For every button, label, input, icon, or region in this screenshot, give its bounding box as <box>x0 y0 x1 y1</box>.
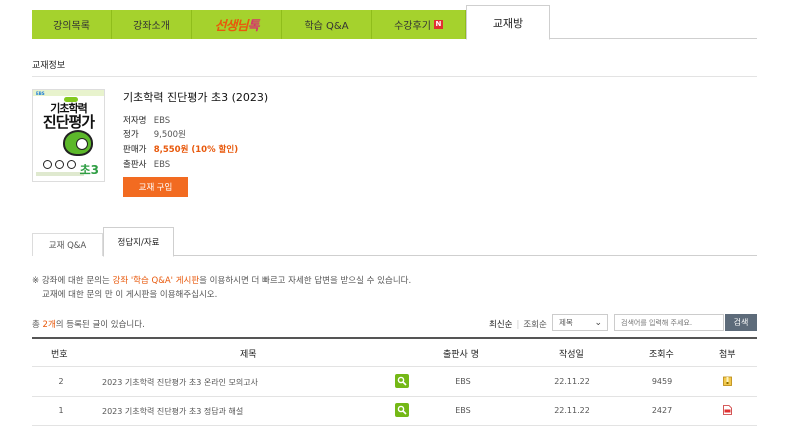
book-publisher-row: 출판사 EBS <box>123 158 170 170</box>
cover-deco <box>55 160 64 169</box>
tab-label: 선생님 <box>214 19 249 34</box>
cover-grade: 초3 <box>79 163 99 177</box>
section-title: 교재정보 <box>32 61 66 71</box>
sale-price: 8,550원 (10% 할인) <box>153 145 239 155</box>
row-divider <box>32 366 757 367</box>
table-top-border <box>32 337 757 339</box>
info-key: 출판사 <box>123 160 147 170</box>
row-divider <box>32 396 757 397</box>
row-number: 1 <box>58 406 64 415</box>
tab-textbook-room[interactable]: 교재방 <box>466 5 550 40</box>
header-attach: 첨부 <box>719 350 736 360</box>
tab-reviews[interactable]: 수강후기 N <box>372 10 466 39</box>
pdf-file-icon[interactable] <box>723 405 732 415</box>
row-title-link[interactable]: 2023 기초학력 진단평가 초3 정답과 해설 <box>102 406 243 417</box>
book-price-row: 정가 9,500원 <box>123 128 186 140</box>
sort-views-link[interactable]: 조회순 <box>523 320 546 330</box>
post-count: 총 2개의 등록된 글이 있습니다. <box>32 318 145 330</box>
sub-tab-bar: 교재 Q&A 정답지/자료 <box>32 227 757 257</box>
top-tab-bar: 강의목록 강좌소개 선생님 톡 학습 Q&A 수강후기 N 교재방 <box>32 5 757 40</box>
preview-magnifier-icon[interactable] <box>395 403 409 417</box>
book-author-row: 저자명 EBS <box>123 114 170 126</box>
header-no: 번호 <box>51 350 68 360</box>
cover-title-line2: 진단평가 <box>42 113 95 131</box>
chevron-down-icon: ⌄ <box>594 318 602 328</box>
divider <box>32 76 757 77</box>
search-field-select[interactable]: 제목 ⌄ <box>552 314 608 331</box>
count-number: 2개 <box>42 320 56 330</box>
tab-label: 교재방 <box>492 16 524 30</box>
sort-latest-link[interactable]: 최신순 <box>489 320 512 330</box>
header-views: 조회수 <box>649 350 674 360</box>
sort-options: 최신순 | 조회순 <box>489 318 547 330</box>
tab-label-accent: 톡 <box>247 19 259 34</box>
notice-line2: 교재에 대한 문의 만 이 게시판을 이용해주십시오. <box>42 290 218 300</box>
notice-text: ※ 강좌에 대한 문의는 <box>32 276 113 286</box>
info-value: EBS <box>153 160 171 170</box>
tab-label: 강좌소개 <box>133 21 170 32</box>
header-date: 작성일 <box>559 350 584 360</box>
count-text: 총 <box>32 320 43 330</box>
cover-footer-band <box>36 172 84 176</box>
count-text: 의 등록된 글이 있습니다. <box>55 320 145 330</box>
separator: | <box>516 320 520 330</box>
row-date: 22.11.22 <box>554 406 590 415</box>
info-key: 저자명 <box>123 116 147 126</box>
tab-label: 학습 Q&A <box>304 21 349 32</box>
notice-link[interactable]: 강좌 '학습 Q&A' 게시판 <box>113 276 200 286</box>
row-divider <box>32 425 757 426</box>
zip-file-icon[interactable] <box>723 376 732 386</box>
tab-answers-materials[interactable]: 정답지/자료 <box>103 227 174 257</box>
cover-deco <box>43 160 52 169</box>
notice-text: 을 이용하시면 더 빠르고 자세한 답변을 받으실 수 있습니다. <box>199 276 412 286</box>
row-views: 9459 <box>651 377 673 386</box>
tab-label: 강의목록 <box>53 21 90 32</box>
header-title: 제목 <box>240 350 257 360</box>
preview-magnifier-icon[interactable] <box>395 374 409 388</box>
notice-line1: ※ 강좌에 대한 문의는 강좌 '학습 Q&A' 게시판을 이용하시면 더 빠르… <box>32 274 411 286</box>
tab-label: 수강후기 <box>394 21 431 32</box>
tab-teacher-talk[interactable]: 선생님 톡 <box>192 10 282 39</box>
row-publisher: EBS <box>455 377 471 386</box>
search-input[interactable] <box>614 314 724 331</box>
row-publisher: EBS <box>455 406 471 415</box>
tab-study-qna[interactable]: 학습 Q&A <box>282 10 372 39</box>
header-publisher: 출판사 명 <box>443 350 479 360</box>
info-key: 정가 <box>123 130 139 140</box>
info-key: 판매가 <box>123 145 147 155</box>
row-views: 2427 <box>651 406 673 415</box>
row-title-link[interactable]: 2023 기초학력 진단평가 초3 온라인 모의고사 <box>102 377 258 388</box>
book-sale-row: 판매가 8,550원 (10% 할인) <box>123 143 238 155</box>
row-number: 2 <box>58 377 64 386</box>
book-title: 기초학력 진단평가 초3 (2023) <box>123 91 269 104</box>
tab-textbook-qna[interactable]: 교재 Q&A <box>32 233 103 256</box>
book-cover-image: EBS 기초학력 진단평가 초3 <box>32 89 105 182</box>
select-value: 제목 <box>559 318 573 327</box>
cover-brand: EBS <box>36 91 45 96</box>
search-button[interactable]: 검색 <box>725 314 757 331</box>
new-badge: N <box>433 20 443 29</box>
row-date: 22.11.22 <box>554 377 590 386</box>
tab-lecture-list[interactable]: 강의목록 <box>32 10 112 39</box>
cover-deco <box>67 160 76 169</box>
tab-course-intro[interactable]: 강좌소개 <box>112 10 192 39</box>
apple-character-icon <box>63 130 93 156</box>
info-value: EBS <box>153 116 171 126</box>
buy-textbook-button[interactable]: 교재 구입 <box>123 177 188 197</box>
info-value: 9,500원 <box>153 130 186 140</box>
